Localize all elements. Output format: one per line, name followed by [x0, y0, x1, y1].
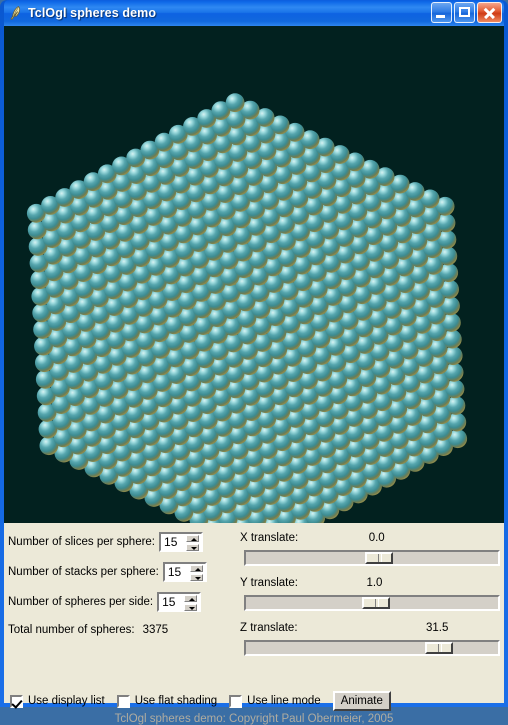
left-controls-column: Number of slices per sphere: 15 Number o…	[8, 527, 230, 643]
spheres-spinbox[interactable]: 15	[157, 592, 202, 612]
title-bar[interactable]: TclOgl spheres demo	[4, 0, 504, 26]
flat-shading-label: Use flat shading	[134, 695, 218, 707]
flat-shading-option[interactable]: Use flat shading	[116, 694, 218, 708]
spin-up-icon[interactable]	[184, 595, 198, 602]
slices-label: Number of slices per sphere:	[8, 536, 156, 548]
spin-up-icon[interactable]	[186, 535, 200, 542]
slices-value: 15	[164, 535, 178, 549]
minimize-icon	[436, 15, 445, 18]
display-list-label: Use display list	[28, 695, 105, 707]
slices-row: Number of slices per sphere: 15	[8, 527, 230, 557]
line-mode-option[interactable]: Use line mode	[229, 694, 321, 708]
x-translate-block: X translate: 0.0	[236, 523, 504, 568]
total-spheres-row: Total number of spheres: 3375	[8, 617, 230, 643]
spin-up-icon[interactable]	[189, 565, 203, 572]
x-translate-slider[interactable]	[244, 550, 500, 566]
x-translate-value: 0.0	[368, 532, 385, 544]
application-window: TclOgl spheres demo Number of slices per…	[0, 0, 508, 725]
total-spheres-label: Total number of spheres:	[8, 624, 135, 636]
z-translate-block: Z translate: 31.5	[236, 613, 504, 658]
slices-spin-arrows[interactable]	[186, 535, 200, 551]
maximize-button[interactable]	[454, 2, 475, 23]
animate-button[interactable]: Animate	[332, 691, 391, 711]
right-controls-column: X translate: 0.0 Y translate: 1.0 Z tran…	[236, 523, 504, 658]
line-mode-checkbox[interactable]	[229, 694, 243, 708]
maximize-icon	[459, 7, 470, 17]
y-translate-value: 1.0	[366, 577, 383, 589]
minimize-button[interactable]	[431, 2, 452, 23]
total-spheres-value: 3375	[142, 624, 169, 636]
window-title: TclOgl spheres demo	[28, 6, 157, 20]
x-translate-label: X translate:	[240, 532, 299, 544]
slices-spinbox[interactable]: 15	[159, 532, 204, 552]
y-translate-thumb[interactable]	[362, 597, 391, 609]
spin-down-icon[interactable]	[186, 544, 200, 551]
sphere-lattice	[26, 93, 468, 523]
z-translate-label: Z translate:	[240, 622, 298, 634]
x-translate-thumb[interactable]	[364, 552, 393, 564]
line-mode-label: Use line mode	[247, 695, 321, 707]
spheres-value: 15	[162, 595, 176, 609]
tcl-feather-icon	[8, 5, 24, 21]
display-list-checkbox[interactable]	[10, 694, 23, 708]
y-translate-slider[interactable]	[244, 595, 500, 611]
close-button[interactable]	[477, 2, 502, 23]
window-client-area: Number of slices per sphere: 15 Number o…	[4, 26, 504, 725]
y-translate-block: Y translate: 1.0	[236, 568, 504, 613]
z-translate-value: 31.5	[425, 622, 449, 634]
options-row: Use display list Use flat shading Use li…	[10, 691, 391, 711]
flat-shading-checkbox[interactable]	[116, 694, 130, 708]
stacks-value: 15	[167, 565, 182, 579]
control-panel: Number of slices per sphere: 15 Number o…	[4, 523, 504, 725]
window-controls	[431, 2, 502, 23]
spheres-row: Number of spheres per side: 15	[8, 587, 230, 617]
y-translate-label: Y translate:	[240, 577, 298, 589]
close-icon	[478, 3, 501, 22]
z-translate-thumb[interactable]	[425, 642, 454, 654]
spheres-spin-arrows[interactable]	[184, 595, 198, 611]
stacks-spinbox[interactable]: 15	[162, 562, 207, 582]
status-text: TclOgl spheres demo: Copyright Paul Ober…	[114, 713, 394, 725]
opengl-canvas[interactable]	[4, 26, 504, 523]
z-translate-slider[interactable]	[244, 640, 500, 656]
stacks-row: Number of stacks per sphere: 15	[8, 557, 230, 587]
spin-down-icon[interactable]	[184, 604, 198, 611]
spin-down-icon[interactable]	[189, 574, 203, 581]
stacks-spin-arrows[interactable]	[189, 565, 203, 581]
display-list-option[interactable]: Use display list	[10, 694, 105, 708]
spheres-label: Number of spheres per side:	[8, 596, 154, 608]
stacks-label: Number of stacks per sphere:	[8, 566, 159, 578]
